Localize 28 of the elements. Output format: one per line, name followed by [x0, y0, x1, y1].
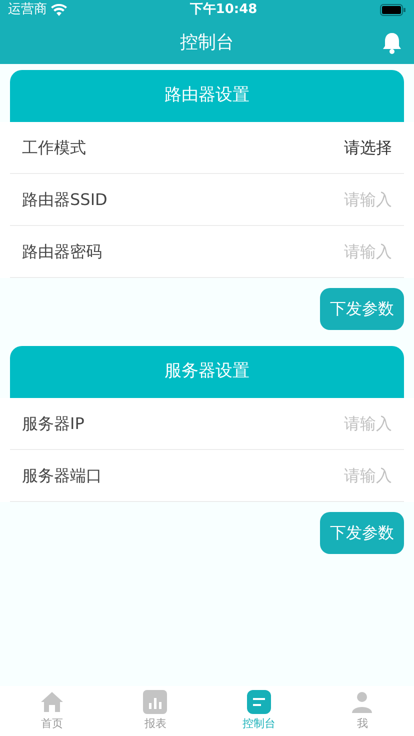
- submit-button[interactable]: 下发参数: [320, 288, 404, 330]
- clock-time: 下午10:48: [190, 1, 258, 20]
- carrier-label: 运营商: [8, 1, 47, 20]
- field-label: 服务器IP: [22, 412, 84, 434]
- mode-select[interactable]: 请选择: [344, 136, 392, 160]
- user-icon: [350, 690, 374, 714]
- section-header: 服务器设置: [10, 346, 404, 398]
- field-label: 工作模式: [22, 136, 86, 158]
- home-icon: [40, 690, 64, 714]
- tab-bar-item[interactable]: 控制台: [207, 686, 310, 736]
- field-label: 服务器端口: [22, 464, 102, 486]
- section-header: 路由器设置: [10, 70, 404, 122]
- tab-bar-item[interactable]: 我: [310, 686, 414, 736]
- input-field[interactable]: 请输入: [232, 240, 392, 264]
- bar-chart-icon: [143, 690, 168, 714]
- tab-bar-item[interactable]: 报表: [104, 686, 207, 736]
- console-icon: [246, 690, 271, 714]
- input-field[interactable]: 请输入: [232, 464, 392, 488]
- tab-bar-item[interactable]: 首页: [0, 686, 104, 736]
- notification-bell-icon[interactable]: [380, 31, 404, 55]
- field-label: 路由器SSID: [22, 188, 108, 210]
- wifi-icon: [51, 4, 67, 16]
- field-label: 路由器密码: [22, 240, 102, 262]
- submit-button[interactable]: 下发参数: [320, 512, 404, 554]
- battery-icon: [380, 4, 406, 16]
- nav-title: 控制台: [180, 30, 234, 54]
- input-field[interactable]: 请输入: [232, 188, 392, 212]
- input-field[interactable]: 请输入: [232, 412, 392, 436]
